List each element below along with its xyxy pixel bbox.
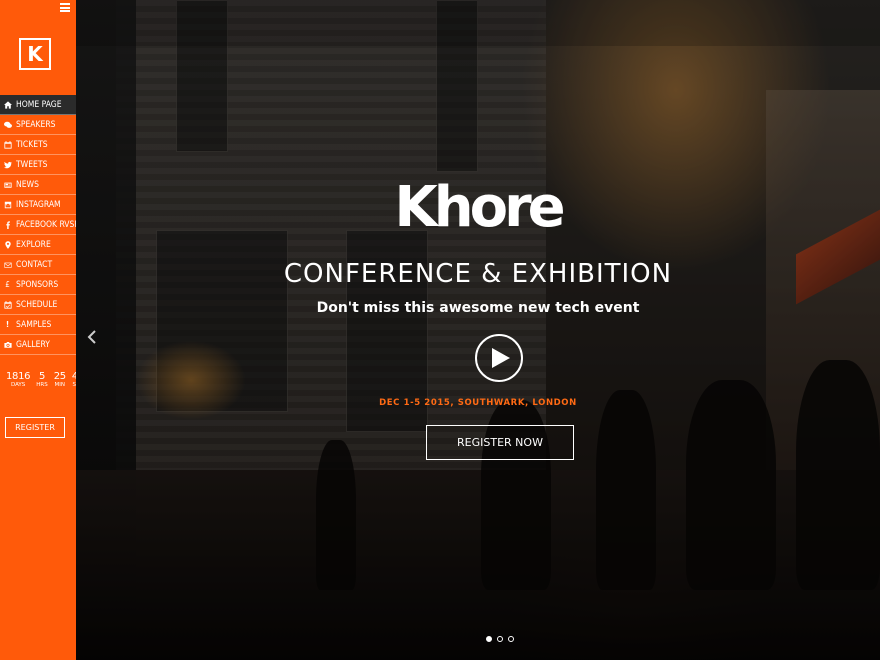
instagram-icon bbox=[3, 200, 12, 209]
camera-icon bbox=[3, 340, 12, 349]
nav-label: HOME PAGE bbox=[16, 99, 62, 110]
countdown-hours-label: HRS bbox=[36, 382, 48, 388]
envelope-icon bbox=[3, 260, 12, 269]
event-date-location: DEC 1-5 2015, SOUTHWARK, LONDON bbox=[379, 398, 577, 408]
slider-dot-3[interactable] bbox=[508, 636, 514, 642]
play-icon bbox=[492, 348, 510, 368]
nav-label: FACEBOOK RVSP bbox=[16, 219, 76, 230]
hero-slider: Khore CONFERENCE & EXHIBITION Don't miss… bbox=[76, 0, 880, 660]
countdown-hours-value: 5 bbox=[38, 371, 45, 382]
nav-item-facebook-rvsp[interactable]: FACEBOOK RVSP bbox=[0, 215, 76, 235]
countdown-hours: 5 HRS bbox=[36, 371, 47, 389]
play-video-button[interactable] bbox=[475, 334, 523, 382]
countdown-minutes-label: MIN bbox=[54, 382, 65, 388]
hamburger-icon[interactable] bbox=[60, 3, 70, 12]
nav-label: SPEAKERS bbox=[16, 119, 56, 130]
nav-label: SAMPLES bbox=[16, 319, 52, 330]
hero-headline: CONFERENCE & EXHIBITION bbox=[283, 259, 673, 289]
slider-pagination bbox=[486, 636, 514, 642]
hero-subheadline: Don't miss this awesome new tech event bbox=[316, 300, 640, 316]
countdown-timer: 1816 DAYS 5 HRS 25 MIN 44 SEC bbox=[6, 371, 84, 389]
newspaper-icon bbox=[3, 180, 12, 189]
nav-item-tickets[interactable]: TICKETS bbox=[0, 135, 76, 155]
brand-wordmark: Khore bbox=[394, 175, 565, 240]
nav-item-news[interactable]: NEWS bbox=[0, 175, 76, 195]
countdown-minutes: 25 MIN bbox=[54, 371, 66, 389]
slider-dot-2[interactable] bbox=[497, 636, 503, 642]
nav-label: SCHEDULE bbox=[16, 299, 58, 310]
comments-icon bbox=[3, 120, 12, 129]
nav-item-sponsors[interactable]: £ SPONSORS bbox=[0, 275, 76, 295]
nav-item-tweets[interactable]: TWEETS bbox=[0, 155, 76, 175]
nav-label: SPONSORS bbox=[16, 279, 59, 290]
nav-label: CONTACT bbox=[16, 259, 53, 270]
facebook-icon bbox=[3, 220, 12, 229]
hero-content: Khore CONFERENCE & EXHIBITION Don't miss… bbox=[76, 0, 880, 660]
nav-item-contact[interactable]: CONTACT bbox=[0, 255, 76, 275]
map-marker-icon bbox=[3, 240, 12, 249]
nav-label: GALLERY bbox=[16, 339, 50, 350]
nav-label: TWEETS bbox=[16, 159, 48, 170]
home-icon bbox=[3, 100, 12, 109]
twitter-icon bbox=[3, 160, 12, 169]
pound-icon: £ bbox=[5, 279, 10, 289]
countdown-days-value: 1816 bbox=[6, 371, 31, 382]
countdown-days: 1816 DAYS bbox=[6, 371, 31, 389]
slider-dot-1[interactable] bbox=[486, 636, 492, 642]
nav-label: TICKETS bbox=[16, 139, 48, 150]
nav-item-home-page[interactable]: HOME PAGE bbox=[0, 95, 76, 115]
calendar-icon bbox=[3, 140, 12, 149]
nav-item-samples[interactable]: ! SAMPLES bbox=[0, 315, 76, 335]
exclamation-icon: ! bbox=[5, 319, 10, 329]
sidebar-register-button[interactable]: REGISTER bbox=[5, 417, 65, 438]
sidebar-nav: HOME PAGE SPEAKERS TICKETS TWEETS NEWS I… bbox=[0, 95, 76, 355]
calendar-check-icon bbox=[3, 300, 12, 309]
nav-item-instagram[interactable]: INSTAGRAM bbox=[0, 195, 76, 215]
nav-item-explore[interactable]: EXPLORE bbox=[0, 235, 76, 255]
countdown-days-label: DAYS bbox=[10, 382, 26, 388]
sidebar: K HOME PAGE SPEAKERS TICKETS TWEETS NEWS… bbox=[0, 0, 84, 660]
nav-item-speakers[interactable]: SPEAKERS bbox=[0, 115, 76, 135]
nav-item-gallery[interactable]: GALLERY bbox=[0, 335, 76, 355]
register-now-button[interactable]: REGISTER NOW bbox=[426, 425, 574, 460]
nav-label: NEWS bbox=[16, 179, 39, 190]
countdown-minutes-value: 25 bbox=[53, 371, 66, 382]
nav-label: INSTAGRAM bbox=[16, 199, 61, 210]
nav-item-schedule[interactable]: SCHEDULE bbox=[0, 295, 76, 315]
nav-label: EXPLORE bbox=[16, 239, 51, 250]
site-logo[interactable]: K bbox=[19, 38, 51, 70]
